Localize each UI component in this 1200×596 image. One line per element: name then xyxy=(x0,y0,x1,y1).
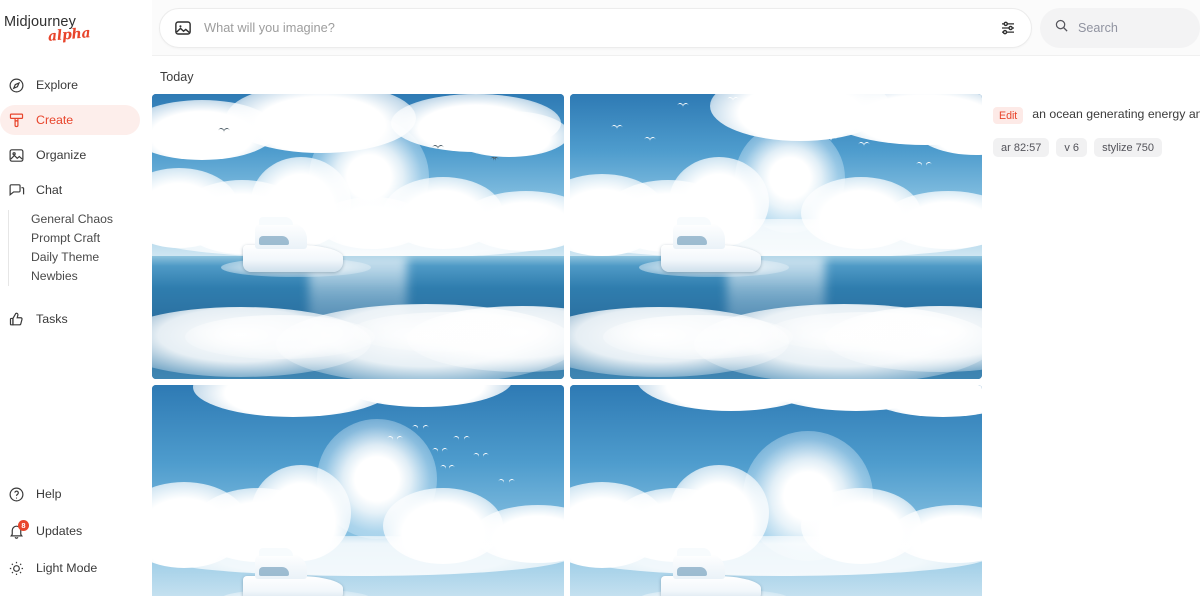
image-icon[interactable] xyxy=(174,19,192,37)
sun-icon xyxy=(8,560,25,577)
brand-logo[interactable]: Midjourney alpha xyxy=(0,14,152,58)
search-icon xyxy=(1054,18,1069,38)
top-bar xyxy=(152,0,1200,56)
sidebar: Midjourney alpha Explore Create Organize… xyxy=(0,0,152,596)
sidebar-item-label: Light Mode xyxy=(36,561,98,575)
sidebar-item-help[interactable]: Help xyxy=(0,479,140,509)
prompt-text: an ocean generating energy and a boat an… xyxy=(1032,107,1200,121)
tag-stylize[interactable]: stylize 750 xyxy=(1094,138,1163,157)
brand-alpha-tag: alpha xyxy=(47,25,92,45)
prompt-bar[interactable] xyxy=(159,7,1032,48)
image-tile-yacht-sun-dark-birds[interactable] xyxy=(152,94,564,379)
sidebar-bottom-nav: Help 8 Updates Light Mode xyxy=(0,479,152,590)
sidebar-item-daily-theme[interactable]: Daily Theme xyxy=(31,248,152,267)
search-box[interactable] xyxy=(1040,7,1200,48)
paintbrush-icon xyxy=(8,112,25,129)
prompt-row: Edit an ocean generating energy and a bo… xyxy=(988,106,1200,124)
primary-nav: Explore Create Organize Chat General Cha… xyxy=(0,70,152,334)
main-area: Today xyxy=(152,0,1200,596)
chat-subnav: General Chaos Prompt Craft Daily Theme N… xyxy=(8,210,152,286)
sidebar-item-chat[interactable]: Chat xyxy=(0,175,140,205)
prompt-input[interactable] xyxy=(192,20,995,35)
sidebar-item-label: Chat xyxy=(36,183,63,197)
sidebar-item-updates[interactable]: 8 Updates xyxy=(0,516,140,546)
compass-icon xyxy=(8,77,25,94)
tag-aspect-ratio[interactable]: ar 82:57 xyxy=(993,138,1050,157)
edit-button[interactable]: Edit xyxy=(993,107,1024,124)
detail-panel: Edit an ocean generating energy and a bo… xyxy=(988,56,1200,157)
sidebar-item-organize[interactable]: Organize xyxy=(0,140,140,170)
sidebar-item-label: Tasks xyxy=(36,312,68,326)
search-input[interactable] xyxy=(1078,20,1178,35)
thumbs-up-icon xyxy=(8,311,25,328)
parameter-tags: ar 82:57 v 6 stylize 750 xyxy=(988,138,1200,157)
updates-badge: 8 xyxy=(18,519,29,531)
midjourney-app: Midjourney alpha Explore Create Organize… xyxy=(0,0,1200,596)
seascape-artwork xyxy=(570,385,982,596)
sidebar-item-prompt-craft[interactable]: Prompt Craft xyxy=(31,229,152,248)
sidebar-item-label: Create xyxy=(36,113,74,127)
image-tile-yacht-sun-no-birds[interactable] xyxy=(570,385,982,596)
image-icon xyxy=(8,147,25,164)
sidebar-item-newbies[interactable]: Newbies xyxy=(31,267,152,286)
bell-icon: 8 xyxy=(8,519,29,540)
sidebar-item-label: Help xyxy=(36,487,62,501)
image-tile-yacht-sun-gull-flock[interactable] xyxy=(152,385,564,596)
sidebar-item-label: Organize xyxy=(36,148,87,162)
sidebar-item-label: Explore xyxy=(36,78,79,92)
tag-version[interactable]: v 6 xyxy=(1056,138,1088,157)
seascape-artwork xyxy=(152,94,564,379)
chat-bubble-icon xyxy=(8,182,25,199)
seascape-artwork xyxy=(152,385,564,596)
sidebar-item-label: Updates xyxy=(36,524,83,538)
sidebar-item-general-chaos[interactable]: General Chaos xyxy=(31,210,152,229)
seascape-artwork xyxy=(570,94,982,379)
image-grid xyxy=(152,94,982,596)
help-circle-icon xyxy=(8,486,25,503)
sliders-icon[interactable] xyxy=(995,15,1021,41)
sidebar-item-light-mode[interactable]: Light Mode xyxy=(0,553,140,583)
sidebar-item-explore[interactable]: Explore xyxy=(0,70,140,100)
sidebar-item-create[interactable]: Create xyxy=(0,105,140,135)
sidebar-item-tasks[interactable]: Tasks xyxy=(0,304,140,334)
image-tile-yacht-sun-white-gulls[interactable] xyxy=(570,94,982,379)
